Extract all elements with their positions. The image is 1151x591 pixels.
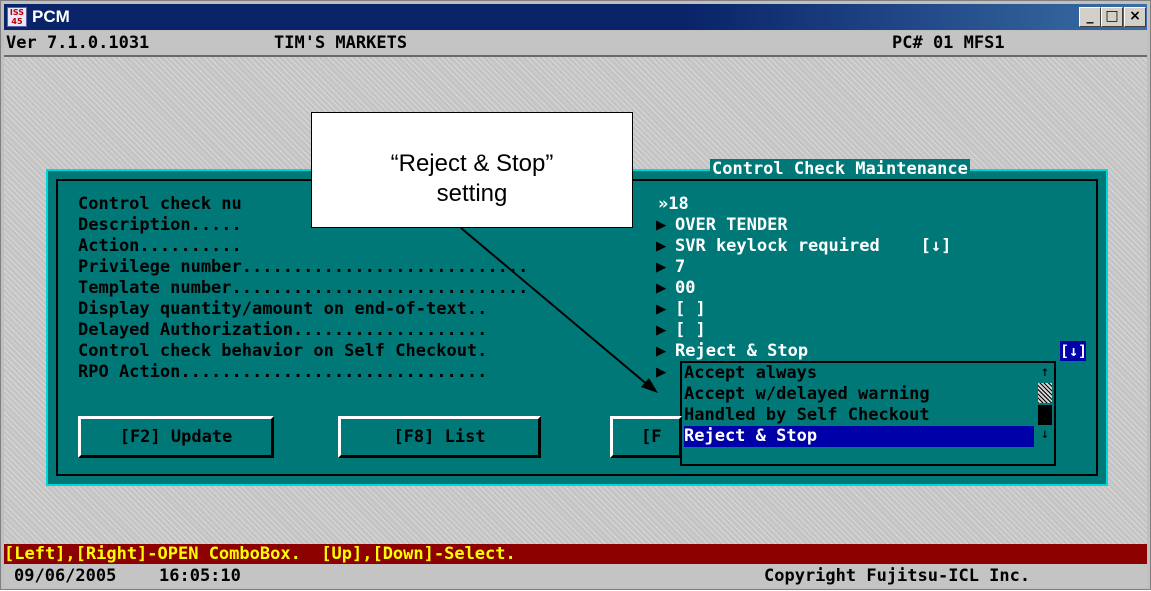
description-label: Description.....: [78, 215, 242, 235]
privilege-arrow: ▶: [656, 257, 667, 277]
scrollbar-track[interactable]: [1038, 383, 1052, 403]
pcm-window: ISS 45 PCM _ □ × Ver 7.1.0.1031 TIM'S MA…: [0, 0, 1151, 590]
window-title: PCM: [32, 7, 70, 26]
callout-line-2: setting: [436, 180, 508, 207]
minimize-button[interactable]: _: [1079, 7, 1101, 27]
rpo-action-arrow: ▶: [656, 362, 667, 382]
privilege-number-label: Privilege number........................…: [78, 257, 529, 277]
app-icon: ISS 45: [7, 7, 27, 27]
close-button[interactable]: ×: [1124, 7, 1146, 27]
function-button-partial[interactable]: [F: [610, 416, 682, 458]
list-button[interactable]: [F8] List: [338, 416, 541, 458]
hint-bar: [Left],[Right]-OPEN ComboBox. [Up],[Down…: [4, 544, 1147, 564]
scroll-down-arrow-icon[interactable]: ↓: [1038, 427, 1052, 441]
status-time: 16:05:10: [159, 566, 241, 586]
version-text: Ver 7.1.0.1031: [6, 33, 150, 53]
delayed-authorization-label: Delayed Authorization...................: [78, 320, 488, 340]
description-arrow: ▶: [656, 215, 667, 235]
template-number-value[interactable]: 00: [675, 278, 695, 298]
rpo-action-label: RPO Action..............................: [78, 362, 488, 382]
control-check-number-value[interactable]: »18: [658, 194, 689, 214]
self-checkout-behavior-label: Control check behavior on Self Checkout.: [78, 341, 488, 361]
privilege-number-value[interactable]: 7: [675, 257, 685, 277]
template-number-label: Template number.........................…: [78, 278, 529, 298]
scrollbar-thumb[interactable]: [1038, 405, 1052, 425]
copyright-text: Copyright Fujitsu-ICL Inc.: [764, 566, 1031, 586]
self-checkout-behavior-combobox[interactable]: Reject & Stop: [675, 341, 808, 361]
title-bar: ISS 45 PCM _ □ ×: [4, 4, 1147, 30]
description-value[interactable]: OVER TENDER: [675, 215, 788, 235]
action-label: Action..........: [78, 236, 242, 256]
scroll-up-arrow-icon[interactable]: ↑: [1038, 365, 1052, 379]
display-quantity-arrow: ▶: [656, 299, 667, 319]
pc-id: PC# 01 MFS1: [892, 33, 1005, 53]
update-button[interactable]: [F2] Update: [78, 416, 274, 458]
annotation-callout: “Reject & Stop” setting: [311, 112, 633, 228]
header-line: Ver 7.1.0.1031 TIM'S MARKETS PC# 01 MFS1: [4, 31, 1147, 55]
status-bar: 09/06/2005 16:05:10 Copyright Fujitsu-IC…: [4, 564, 1147, 588]
delayed-authorization-arrow: ▶: [656, 320, 667, 340]
dropdown-option-accept-always[interactable]: Accept always: [684, 363, 1034, 384]
action-arrow: ▶: [656, 236, 667, 256]
dropdown-option-accept-delayed[interactable]: Accept w/delayed warning: [684, 384, 1034, 405]
callout-line-1: “Reject & Stop”: [390, 150, 554, 177]
self-checkout-dropdown-list: Accept always Accept w/delayed warning H…: [680, 361, 1056, 466]
display-quantity-label: Display quantity/amount on end-of-text..: [78, 299, 488, 319]
maximize-button[interactable]: □: [1101, 7, 1123, 27]
self-checkout-behavior-arrow: ▶: [656, 341, 667, 361]
store-name: TIM'S MARKETS: [274, 33, 408, 53]
action-combobox[interactable]: SVR keylock required [↓]: [675, 236, 951, 256]
combobox-dropdown-button[interactable]: [↓]: [1060, 341, 1087, 361]
delayed-authorization-checkbox[interactable]: [ ]: [675, 320, 706, 340]
dropdown-option-handled-self-checkout[interactable]: Handled by Self Checkout: [684, 405, 1034, 426]
header-divider: [4, 55, 1147, 57]
control-check-number-label: Control check nu: [78, 194, 242, 214]
template-arrow: ▶: [656, 278, 667, 298]
dropdown-option-reject-stop[interactable]: Reject & Stop: [684, 426, 1034, 447]
display-quantity-checkbox[interactable]: [ ]: [675, 299, 706, 319]
status-date: 09/06/2005: [14, 566, 117, 586]
panel-title: Control Check Maintenance: [710, 159, 970, 179]
